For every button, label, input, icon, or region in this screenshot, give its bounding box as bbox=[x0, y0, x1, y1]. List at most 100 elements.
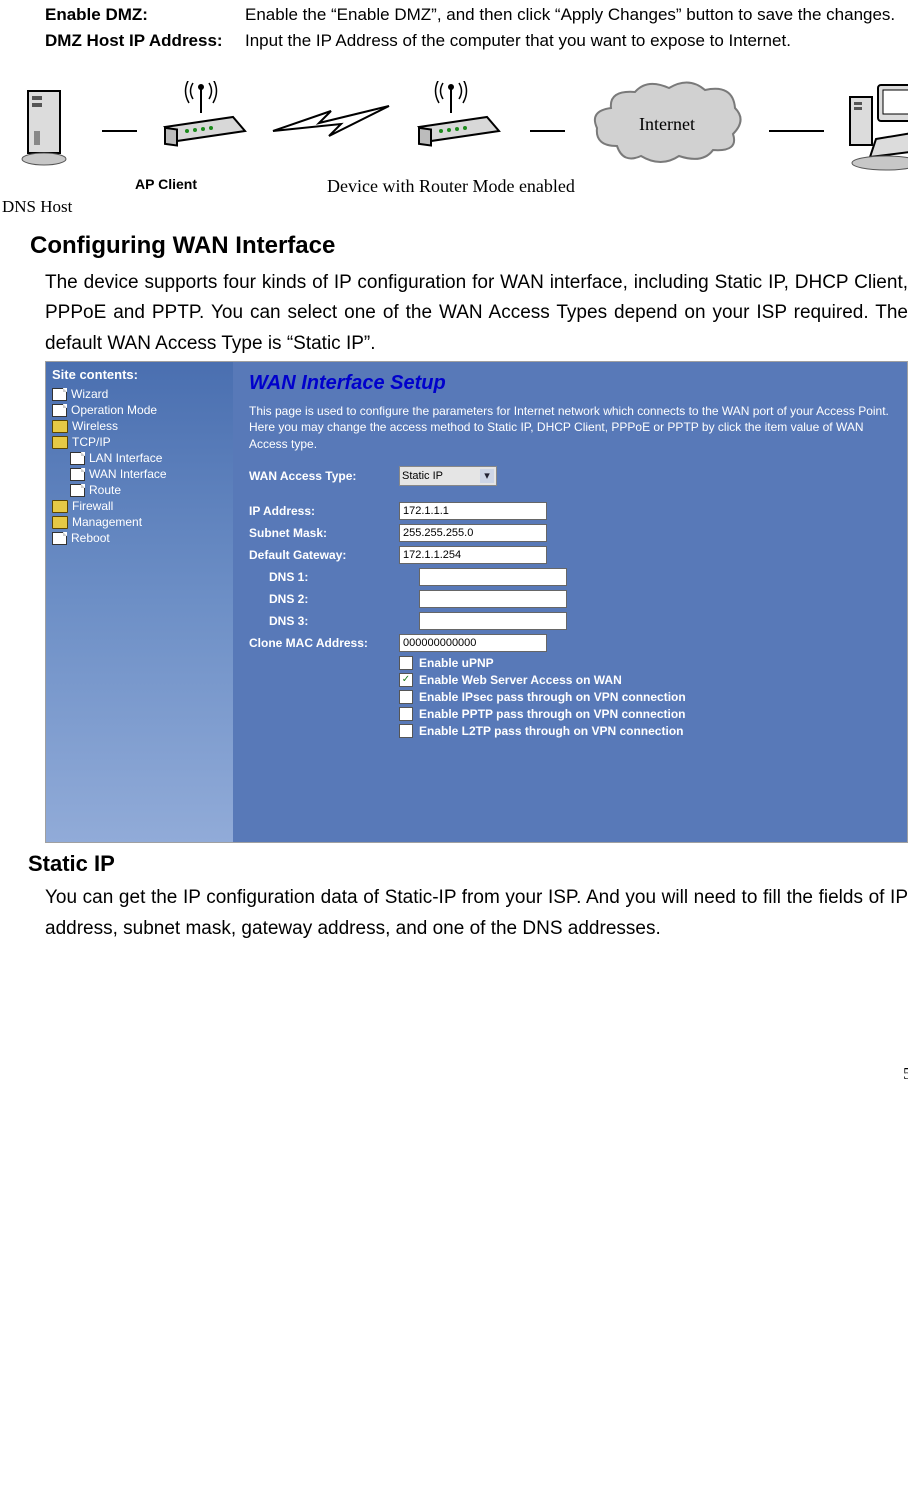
def-label-enable-dmz: Enable DMZ: bbox=[45, 5, 245, 25]
checkbox-l2tp[interactable] bbox=[399, 724, 413, 738]
page-icon bbox=[52, 532, 67, 545]
sidebar-item-lan-interface[interactable]: LAN Interface bbox=[52, 450, 227, 466]
input-subnet[interactable] bbox=[399, 524, 547, 542]
page-icon bbox=[52, 404, 67, 417]
sidebar-item-management[interactable]: Management bbox=[52, 514, 227, 530]
page-icon bbox=[52, 388, 67, 401]
sidebar-item-label: Reboot bbox=[71, 531, 110, 545]
def-text-enable-dmz: Enable the “Enable DMZ”, and then click … bbox=[245, 5, 908, 25]
label-access-type: WAN Access Type: bbox=[249, 469, 399, 483]
dns-host-caption: DNS Host bbox=[2, 197, 908, 217]
input-dns2[interactable] bbox=[419, 590, 567, 608]
folder-icon bbox=[52, 500, 68, 513]
page-icon bbox=[70, 468, 85, 481]
internet-cloud-icon: Internet bbox=[587, 76, 747, 176]
sidebar-item-tcp/ip[interactable]: TCP/IP bbox=[52, 434, 227, 450]
row-dns3: DNS 3: bbox=[249, 612, 891, 630]
device-mode-caption: Device with Router Mode enabled bbox=[327, 176, 575, 197]
def-row-enable-dmz: Enable DMZ: Enable the “Enable DMZ”, and… bbox=[45, 5, 908, 25]
sidebar-item-label: Wizard bbox=[71, 387, 108, 401]
chevron-down-icon: ▾ bbox=[480, 469, 494, 483]
sidebar-item-operation-mode[interactable]: Operation Mode bbox=[52, 402, 227, 418]
sidebar-item-label: LAN Interface bbox=[89, 451, 162, 465]
sidebar-item-label: TCP/IP bbox=[72, 435, 111, 449]
wire-icon bbox=[769, 81, 824, 171]
wire-icon bbox=[530, 81, 565, 171]
sidebar-item-label: Route bbox=[89, 483, 121, 497]
check-row-ipsec: Enable IPsec pass through on VPN connect… bbox=[399, 690, 891, 704]
row-subnet: Subnet Mask: bbox=[249, 524, 891, 542]
main-panel: WAN Interface Setup This page is used to… bbox=[233, 362, 907, 842]
folder-icon bbox=[52, 516, 68, 529]
sidebar-item-reboot[interactable]: Reboot bbox=[52, 530, 227, 546]
sidebar-item-route[interactable]: Route bbox=[52, 482, 227, 498]
input-ip[interactable] bbox=[399, 502, 547, 520]
sidebar-item-wan-interface[interactable]: WAN Interface bbox=[52, 466, 227, 482]
network-diagram: Internet AP Client Device with Router Mo… bbox=[20, 76, 908, 217]
check-row-pptp: Enable PPTP pass through on VPN connecti… bbox=[399, 707, 891, 721]
checkbox-pptp[interactable] bbox=[399, 707, 413, 721]
heading-configuring-wan: Configuring WAN Interface bbox=[30, 232, 908, 260]
folder-icon bbox=[52, 436, 68, 449]
wan-setup-screenshot: Site contents: Wizard Operation Mode Wirel… bbox=[45, 361, 908, 843]
page-icon bbox=[70, 452, 85, 465]
sidebar-item-label: WAN Interface bbox=[89, 467, 167, 481]
page-icon bbox=[70, 484, 85, 497]
check-label-ipsec: Enable IPsec pass through on VPN connect… bbox=[419, 690, 686, 704]
check-label-l2tp: Enable L2TP pass through on VPN connecti… bbox=[419, 724, 683, 738]
wireless-link-icon bbox=[271, 81, 391, 171]
row-access-type: WAN Access Type: Static IP ▾ bbox=[249, 466, 891, 486]
input-dns3[interactable] bbox=[419, 612, 567, 630]
sidebar-item-label: Operation Mode bbox=[71, 403, 157, 417]
panel-intro: This page is used to configure the param… bbox=[249, 403, 891, 452]
router-device-icon bbox=[413, 81, 508, 171]
sidebar-item-firewall[interactable]: Firewall bbox=[52, 498, 227, 514]
row-clone: Clone MAC Address: bbox=[249, 634, 891, 652]
checkbox-ipsec[interactable] bbox=[399, 690, 413, 704]
label-dns2: DNS 2: bbox=[249, 592, 419, 606]
label-dns1: DNS 1: bbox=[249, 570, 419, 584]
label-ip: IP Address: bbox=[249, 504, 399, 518]
select-access-type[interactable]: Static IP ▾ bbox=[399, 466, 497, 486]
ap-client-caption: AP Client bbox=[135, 176, 197, 197]
label-subnet: Subnet Mask: bbox=[249, 526, 399, 540]
check-label-webwan: Enable Web Server Access on WAN bbox=[419, 673, 622, 687]
input-dns1[interactable] bbox=[419, 568, 567, 586]
sidebar-item-wireless[interactable]: Wireless bbox=[52, 418, 227, 434]
sidebar-item-wizard[interactable]: Wizard bbox=[52, 386, 227, 402]
label-gw: Default Gateway: bbox=[249, 548, 399, 562]
def-row-dmz-host: DMZ Host IP Address: Input the IP Addres… bbox=[45, 31, 908, 51]
wire-icon bbox=[102, 81, 137, 171]
checkbox-upnp[interactable] bbox=[399, 656, 413, 670]
def-label-dmz-host: DMZ Host IP Address: bbox=[45, 31, 245, 51]
check-label-pptp: Enable PPTP pass through on VPN connecti… bbox=[419, 707, 685, 721]
def-text-dmz-host: Input the IP Address of the computer tha… bbox=[245, 31, 908, 51]
sidebar-item-label: Management bbox=[72, 515, 142, 529]
sidebar: Site contents: Wizard Operation Mode Wirel… bbox=[46, 362, 233, 842]
row-dns2: DNS 2: bbox=[249, 590, 891, 608]
label-clone: Clone MAC Address: bbox=[249, 636, 399, 650]
checkbox-webwan[interactable]: ✓ bbox=[399, 673, 413, 687]
sidebar-item-label: Firewall bbox=[72, 499, 113, 513]
sidebar-title: Site contents: bbox=[52, 367, 227, 382]
check-row-upnp: Enable uPNP bbox=[399, 656, 891, 670]
paragraph-static-ip: You can get the IP configuration data of… bbox=[45, 883, 908, 944]
sidebar-item-label: Wireless bbox=[72, 419, 118, 433]
row-dns1: DNS 1: bbox=[249, 568, 891, 586]
remote-pc-icon bbox=[846, 79, 908, 174]
heading-static-ip: Static IP bbox=[28, 851, 908, 877]
select-access-type-value: Static IP bbox=[402, 470, 443, 482]
ap-client-icon bbox=[159, 81, 249, 171]
paragraph-configuring-wan: The device supports four kinds of IP con… bbox=[45, 268, 908, 359]
check-row-webwan: ✓ Enable Web Server Access on WAN bbox=[399, 673, 891, 687]
internet-label: Internet bbox=[639, 114, 695, 134]
input-gw[interactable] bbox=[399, 546, 547, 564]
page-number: 51 bbox=[20, 1064, 908, 1084]
input-clone[interactable] bbox=[399, 634, 547, 652]
panel-title: WAN Interface Setup bbox=[249, 372, 891, 395]
definitions-block: Enable DMZ: Enable the “Enable DMZ”, and… bbox=[45, 5, 908, 51]
label-dns3: DNS 3: bbox=[249, 614, 419, 628]
check-row-l2tp: Enable L2TP pass through on VPN connecti… bbox=[399, 724, 891, 738]
row-ip: IP Address: bbox=[249, 502, 891, 520]
check-label-upnp: Enable uPNP bbox=[419, 656, 494, 670]
